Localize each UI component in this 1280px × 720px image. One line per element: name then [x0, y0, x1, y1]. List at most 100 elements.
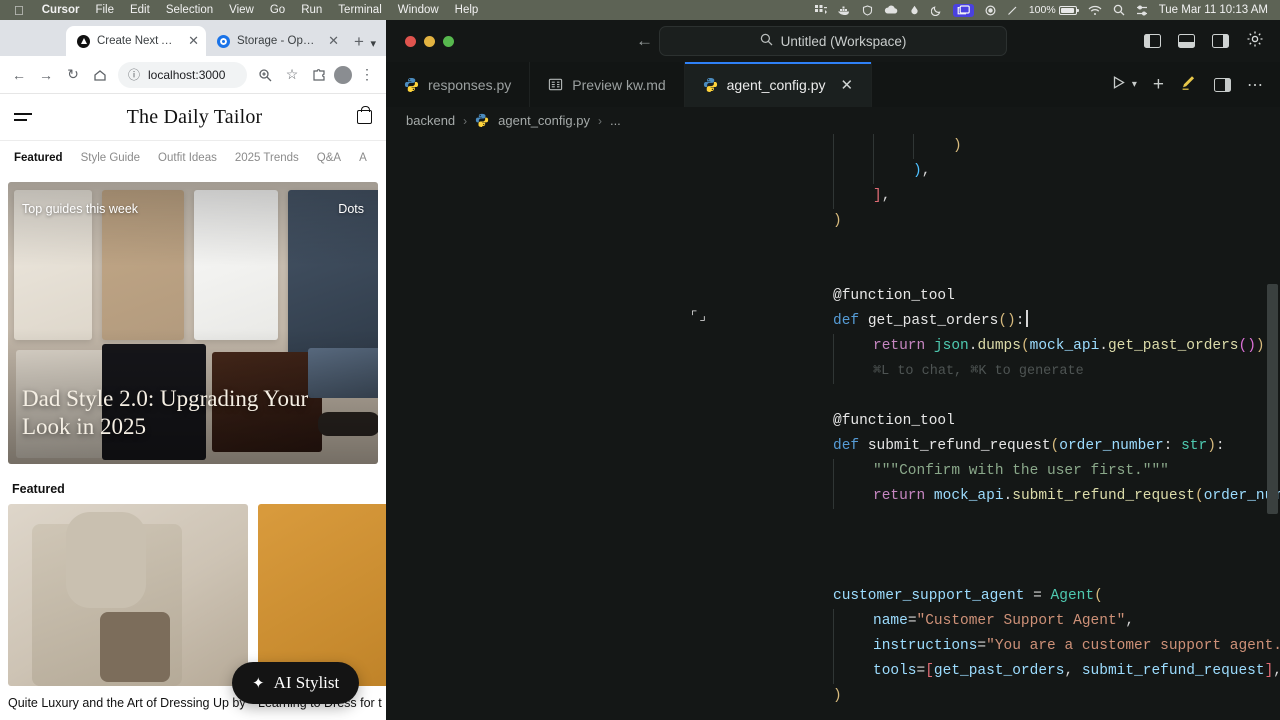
battery-icon[interactable]: 100%	[1029, 4, 1077, 16]
code-line[interactable]	[386, 559, 1280, 584]
nav-item-overflow[interactable]: A	[359, 152, 367, 164]
menu-item-edit[interactable]: Edit	[122, 4, 158, 16]
editor-tab-responses-py[interactable]: responses.py	[386, 62, 530, 107]
code-line[interactable]	[386, 384, 1280, 409]
zoom-window-button[interactable]	[443, 36, 454, 47]
pencil-icon[interactable]	[1180, 73, 1198, 96]
reload-icon[interactable]: ↻	[61, 63, 85, 87]
menu-item-help[interactable]: Help	[447, 4, 487, 16]
info-circle-icon[interactable]: ⓘ	[128, 66, 140, 83]
menu-item-terminal[interactable]: Terminal	[330, 4, 389, 16]
list-item[interactable]: Quite Luxury and the Art of Dressing Up …	[8, 504, 248, 712]
menu-item-file[interactable]: File	[87, 4, 122, 16]
code-line[interactable]: ),	[386, 159, 1280, 184]
droplet-icon[interactable]	[909, 5, 920, 16]
run-icon[interactable]	[1111, 75, 1126, 95]
editor-tab-preview-kw-md[interactable]: Preview kw.md	[530, 62, 684, 107]
control-center-icon[interactable]	[1136, 5, 1148, 16]
split-add-icon[interactable]: +	[1153, 74, 1164, 96]
grid-icon[interactable]	[815, 5, 827, 16]
record-icon[interactable]	[985, 5, 996, 16]
editor-tab-agent-config-py[interactable]: agent_config.py ✕	[685, 62, 872, 107]
forward-arrow-icon[interactable]: →	[34, 63, 58, 87]
vertical-scrollbar[interactable]	[1267, 284, 1278, 514]
wand-icon[interactable]	[1007, 5, 1018, 16]
code-line[interactable]	[386, 709, 1280, 720]
code-line[interactable]: """Confirm with the user first."""	[386, 459, 1280, 484]
code-line[interactable]	[386, 534, 1280, 559]
code-line[interactable]	[386, 509, 1280, 534]
code-lines[interactable]: )),],)@function_tooldef get_past_orders(…	[386, 134, 1280, 720]
back-arrow-icon[interactable]: ←	[636, 31, 653, 51]
hero-banner[interactable]: Top guides this week Dots Dad Style 2.0:…	[8, 182, 378, 464]
search-icon[interactable]	[1113, 4, 1125, 16]
code-line[interactable]: ⌘L to chat, ⌘K to generate	[386, 359, 1280, 384]
code-line[interactable]: name="Customer Support Agent",	[386, 609, 1280, 634]
more-icon[interactable]: ⋯	[1247, 75, 1264, 95]
minimize-window-button[interactable]	[424, 36, 435, 47]
close-window-button[interactable]	[405, 36, 416, 47]
nav-item-qa[interactable]: Q&A	[317, 152, 341, 164]
toggle-primary-sidebar-icon[interactable]	[1144, 34, 1161, 48]
code-line[interactable]: customer_support_agent = Agent(	[386, 584, 1280, 609]
avatar[interactable]	[334, 66, 352, 84]
menu-item-cursor[interactable]: Cursor	[34, 4, 88, 16]
code-line[interactable]: @function_tool	[386, 409, 1280, 434]
apple-logo-icon[interactable]: 	[14, 4, 24, 17]
code-line[interactable]: tools=[get_past_orders, submit_refund_re…	[386, 659, 1280, 684]
code-line[interactable]: )	[386, 134, 1280, 159]
zoom-icon[interactable]	[253, 63, 277, 87]
menu-item-window[interactable]: Window	[390, 4, 447, 16]
code-line[interactable]	[386, 234, 1280, 259]
ai-stylist-button[interactable]: ✦ AI Stylist	[232, 662, 359, 704]
toggle-panel-icon[interactable]	[1178, 34, 1195, 48]
menu-item-run[interactable]: Run	[293, 4, 330, 16]
nav-item-outfit-ideas[interactable]: Outfit Ideas	[158, 152, 217, 164]
menu-item-go[interactable]: Go	[262, 4, 293, 16]
code-line[interactable]	[386, 259, 1280, 284]
menu-item-selection[interactable]: Selection	[158, 4, 221, 16]
address-bar[interactable]: ⓘ localhost:3000	[118, 62, 247, 88]
hero-dots-label[interactable]: Dots	[338, 202, 364, 216]
docker-icon[interactable]	[838, 5, 851, 16]
code-line[interactable]: def submit_refund_request(order_number: …	[386, 434, 1280, 459]
code-line[interactable]: @function_tool	[386, 284, 1280, 309]
moon-icon[interactable]	[931, 5, 942, 16]
puzzle-icon[interactable]	[307, 63, 331, 87]
split-editor-icon[interactable]	[1214, 78, 1231, 92]
browser-tab-create-next-app[interactable]: Create Next App ✕	[66, 26, 206, 56]
back-arrow-icon[interactable]: ←	[7, 63, 31, 87]
code-line[interactable]: def get_past_orders():	[386, 309, 1280, 334]
code-line[interactable]: )	[386, 684, 1280, 709]
kebab-menu-icon[interactable]: ⋮	[355, 63, 379, 87]
cloud-icon[interactable]	[884, 5, 898, 15]
code-line[interactable]: return json.dumps(mock_api.get_past_orde…	[386, 334, 1280, 359]
code-line[interactable]: return mock_api.submit_refund_request(or…	[386, 484, 1280, 509]
shopping-bag-icon[interactable]	[357, 110, 372, 124]
gear-icon[interactable]	[1246, 30, 1264, 53]
breadcrumb-symbol[interactable]: ...	[610, 113, 621, 128]
shield-icon[interactable]	[862, 5, 873, 16]
code-line[interactable]: instructions="You are a customer support…	[386, 634, 1280, 659]
code-editor[interactable]: )),],)@function_tooldef get_past_orders(…	[386, 134, 1280, 720]
hamburger-icon[interactable]	[14, 113, 32, 120]
breadcrumb-file[interactable]: agent_config.py	[498, 113, 590, 128]
toggle-secondary-sidebar-icon[interactable]	[1212, 34, 1229, 48]
nav-item-style-guide[interactable]: Style Guide	[81, 152, 140, 164]
breadcrumb-folder[interactable]: backend	[406, 113, 455, 128]
code-line[interactable]: )	[386, 209, 1280, 234]
wifi-icon[interactable]	[1088, 5, 1102, 16]
nav-item-2025-trends[interactable]: 2025 Trends	[235, 152, 299, 164]
menu-item-view[interactable]: View	[221, 4, 262, 16]
close-icon[interactable]: ✕	[328, 33, 339, 49]
screen-mirror-icon[interactable]	[953, 4, 974, 17]
code-line[interactable]: ],	[386, 184, 1280, 209]
browser-tab-storage-openai[interactable]: Storage - OpenAI ✕	[206, 26, 346, 56]
chevron-down-icon[interactable]: ▾	[1132, 79, 1137, 90]
chevron-down-icon[interactable]: ▾	[370, 37, 376, 50]
command-bar[interactable]: Untitled (Workspace)	[659, 26, 1007, 56]
home-icon[interactable]	[88, 63, 112, 87]
menu-bar-clock[interactable]: Tue Mar 11 10:13 AM	[1159, 4, 1268, 16]
star-icon[interactable]: ☆	[280, 63, 304, 87]
nav-item-featured[interactable]: Featured	[14, 152, 63, 164]
